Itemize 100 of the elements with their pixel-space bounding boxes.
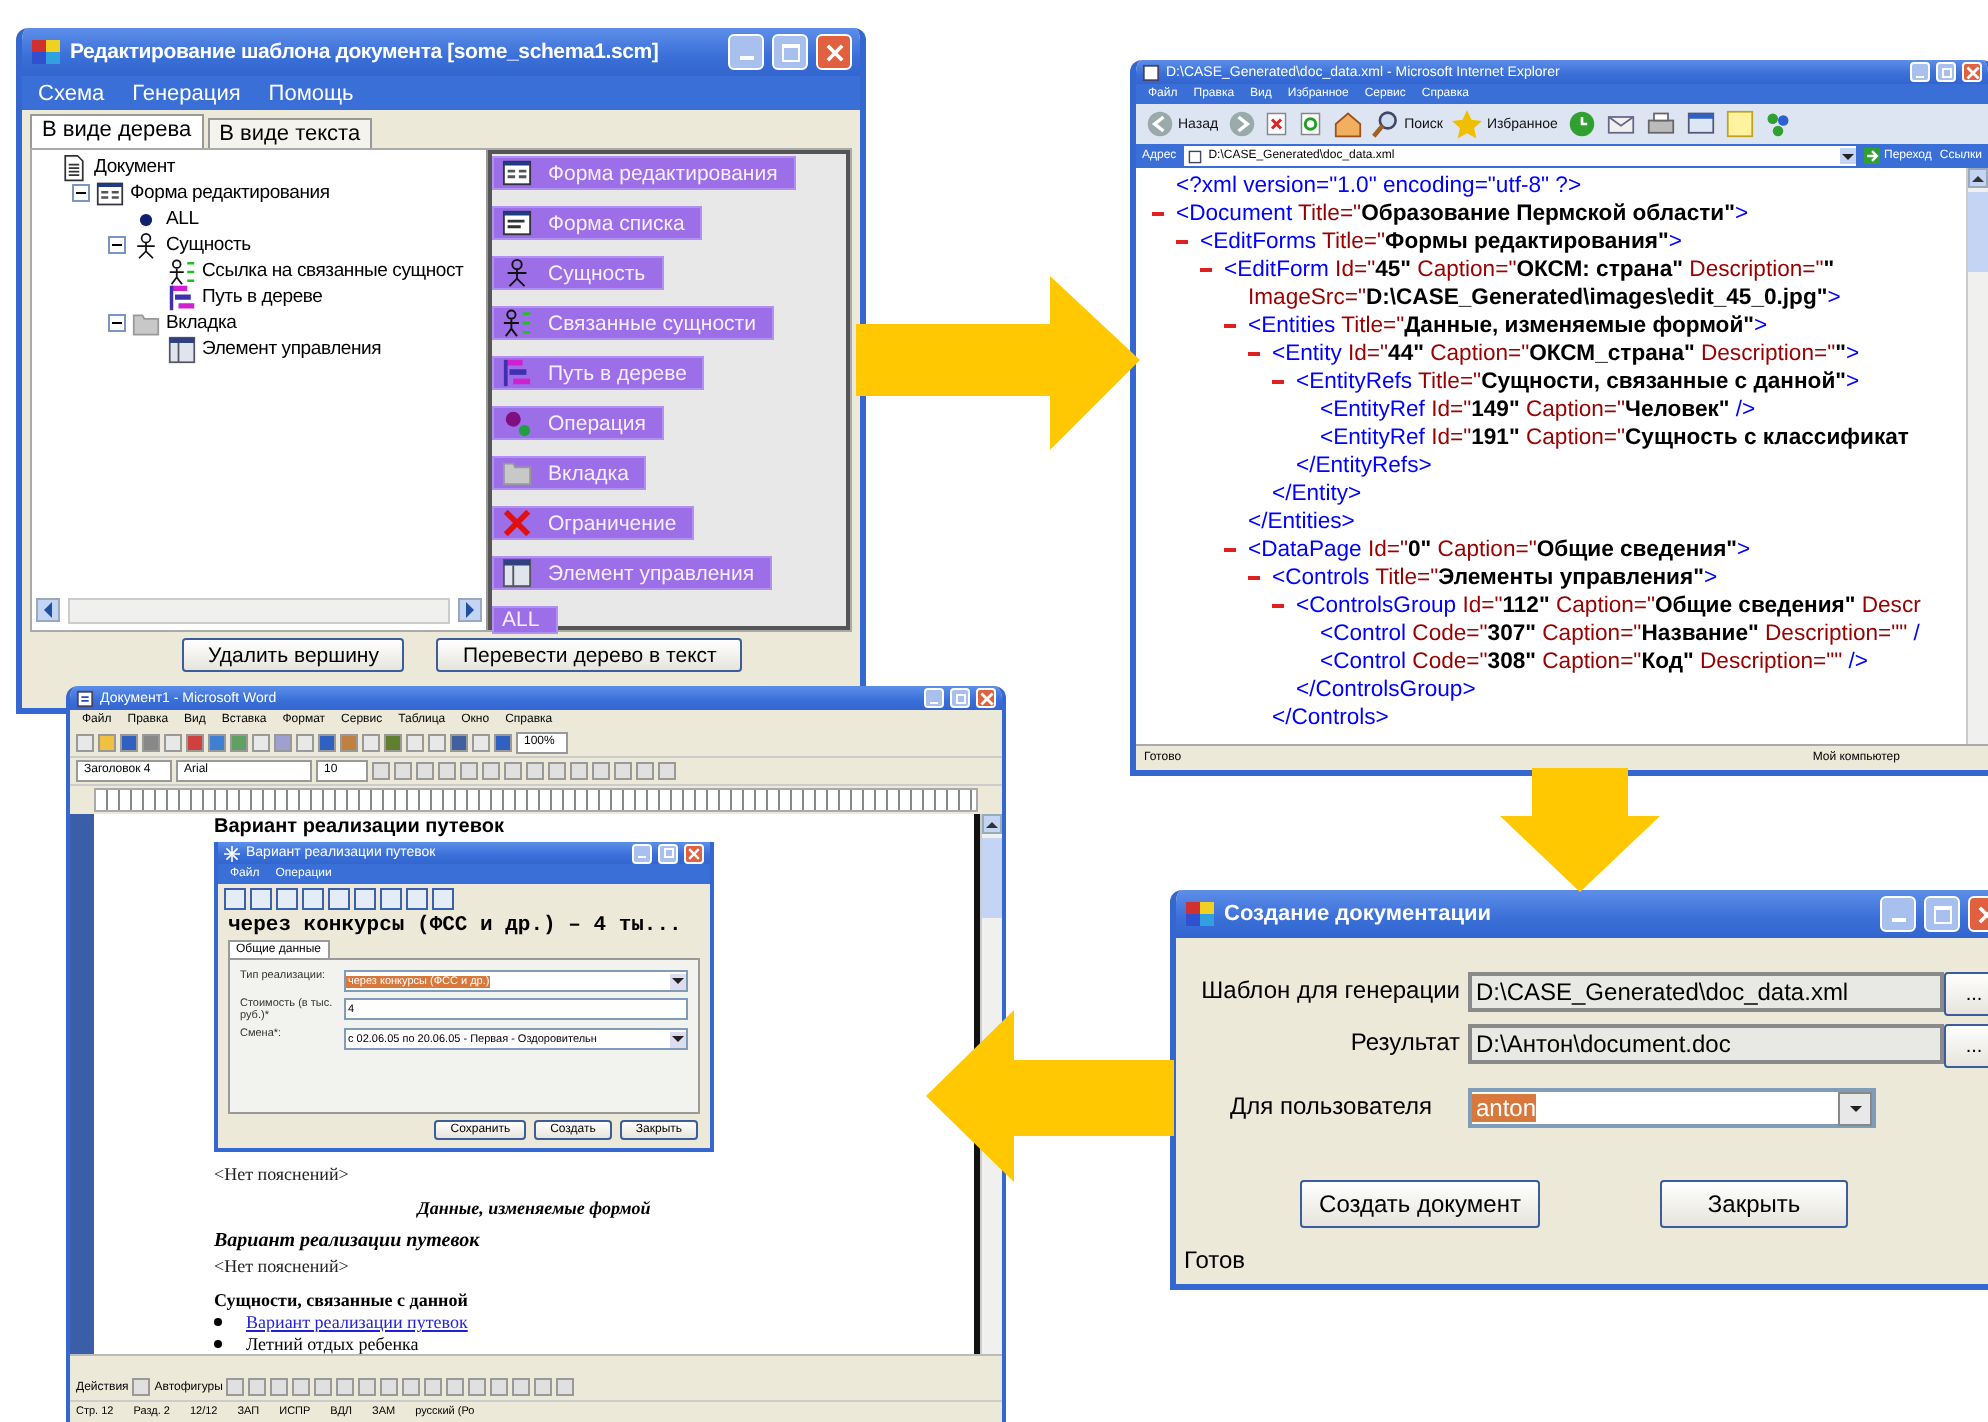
star-icon[interactable] [1452,109,1483,139]
collapse-toggle[interactable] [108,236,126,254]
page-icon [1142,63,1160,81]
xml-line: </EntityRefs> [1296,454,1432,478]
toolbar-icon[interactable] [328,888,350,910]
toolbar-icon[interactable] [432,888,454,910]
xml-line: <EntityRef Id="191" Caption="Сущность с классификат [1320,426,1909,450]
dropdown-button[interactable] [670,1031,686,1047]
document-text: Данные, изменяемые формой [414,1198,653,1218]
printer-icon[interactable] [1645,110,1676,138]
xml-line: <ControlsGroup Id="112" Caption="Общие сведения" Descr [1296,594,1921,618]
maximize-button[interactable] [1924,896,1960,932]
toolbar-icon[interactable] [224,888,246,910]
horizontal-scrollbar[interactable] [32,596,486,630]
menu-item[interactable]: Схема [38,81,105,105]
tree-item[interactable]: Элемент управления [202,338,382,360]
xml-line: <EditForm Id="45" Caption="ОКСМ: страна" Description="" [1224,258,1835,282]
minimize-button[interactable] [632,843,652,863]
tree-item[interactable]: Путь в дереве [202,286,323,308]
tree-path-icon [502,358,532,388]
xml-line: <Control Code="308" Caption="Код" Description="" /> [1320,650,1869,674]
tree-item[interactable]: Вкладка [166,312,237,334]
xml-line: <Entity Id="44" Caption="ОКСМ_страна" Description=""> [1272,342,1860,366]
close-button[interactable] [816,34,852,70]
linked-persons-icon [168,257,196,285]
tab[interactable]: В виде текста [207,118,373,148]
document-text: Сущности, связанные с данной [214,1290,468,1310]
maximize-button[interactable] [658,843,678,863]
close-button[interactable] [1962,62,1982,82]
browse-button[interactable]: ... [1944,972,1988,1016]
minimize-button[interactable] [728,34,764,70]
search-icon[interactable] [1372,110,1401,138]
maximize-button[interactable] [1936,62,1956,82]
xml-line: <Controls Title="Элементы управления"> [1272,566,1718,590]
menu-item[interactable]: Генерация [132,81,241,105]
collapse-toggle[interactable] [108,314,126,332]
folder-icon [132,309,160,337]
xml-line: <EntityRef Id="149" Caption="Человек" /> [1320,398,1756,422]
minimize-button[interactable] [924,688,944,708]
app-icon [1184,898,1216,930]
xml-line: </Entities> [1248,510,1355,534]
document-text: Вариант реализации путевок [214,1230,480,1252]
home-icon[interactable] [1334,110,1363,138]
close-icon [979,691,993,705]
dialog-button[interactable]: Закрыть [1660,1180,1848,1228]
status-text: Готов [1182,1246,1248,1278]
dialog-button[interactable]: Удалить вершину [182,638,405,672]
xml-line: <Entities Title="Данные, изменяемые формой"> [1248,314,1768,338]
maximize-button[interactable] [950,688,970,708]
dropdown-button[interactable] [1840,148,1857,164]
minimize-button[interactable] [1880,896,1916,932]
tree-item[interactable]: Ссылка на связанные сущност [202,260,464,282]
toolbar-icon[interactable] [354,888,376,910]
collapse-toggle[interactable] [72,184,90,202]
messenger-icon[interactable] [1763,110,1792,138]
document-link[interactable]: Вариант реализации путевок [246,1312,468,1332]
toolbar-icon[interactable] [380,888,402,910]
menu-item[interactable]: Помощь [268,81,354,105]
dropdown-button[interactable] [670,973,686,989]
tree-item[interactable]: Документ [94,156,176,178]
field-label: Шаблон для генерации [1199,974,1462,1004]
toolbar-icon[interactable] [132,1378,151,1396]
arrow-icon [1864,148,1881,164]
note-icon[interactable] [1725,110,1754,138]
dropdown-button[interactable] [1838,1091,1872,1125]
close-button[interactable] [684,843,704,863]
toolbar-icon[interactable] [302,888,324,910]
maximize-button[interactable] [772,34,808,70]
toolbar-icon[interactable] [276,888,298,910]
tab[interactable]: В виде дерева [30,114,204,148]
stop-icon[interactable] [1266,110,1291,138]
dialog-button[interactable]: Создать документ [1300,1180,1540,1228]
mail-icon[interactable] [1605,110,1636,138]
tree-item[interactable]: Сущность [166,234,251,256]
close-button[interactable] [976,688,996,708]
tree-item[interactable]: ALL [166,208,199,230]
xml-line: ImageSrc="D:\CASE_Generated\images\edit_45_0.jpg"> [1248,286,1841,310]
grid-icon [502,558,532,588]
forward-icon[interactable] [1228,110,1257,138]
toolbar-icon[interactable] [406,888,428,910]
browse-button[interactable]: ... [1944,1024,1988,1068]
app-icon [30,36,62,68]
back-icon[interactable] [1146,110,1174,138]
history-icon[interactable] [1567,110,1596,138]
refresh-icon[interactable] [1300,110,1325,138]
minimize-button[interactable] [1910,62,1930,82]
toolbar-icon[interactable] [250,888,272,910]
edit-icon[interactable] [1685,110,1716,138]
close-icon [1965,65,1979,79]
close-icon [825,43,843,61]
document-text: <Нет пояснений> [214,1256,349,1276]
form-icon [96,179,124,207]
tree-item[interactable]: Форма редактирования [130,182,330,204]
dialog-button[interactable]: Перевести дерево в текст [436,638,743,672]
close-icon [688,847,700,859]
window-title: Редактирование шаблона документа [some_schema1.scm] [70,40,661,64]
input-field[interactable]: D:\CASE_Generated\doc_data.xml [1468,972,1944,1012]
input-field[interactable]: D:\Антон\document.doc [1468,1024,1944,1064]
person-icon [132,231,160,259]
vertical-scrollbar[interactable] [1966,168,1988,744]
